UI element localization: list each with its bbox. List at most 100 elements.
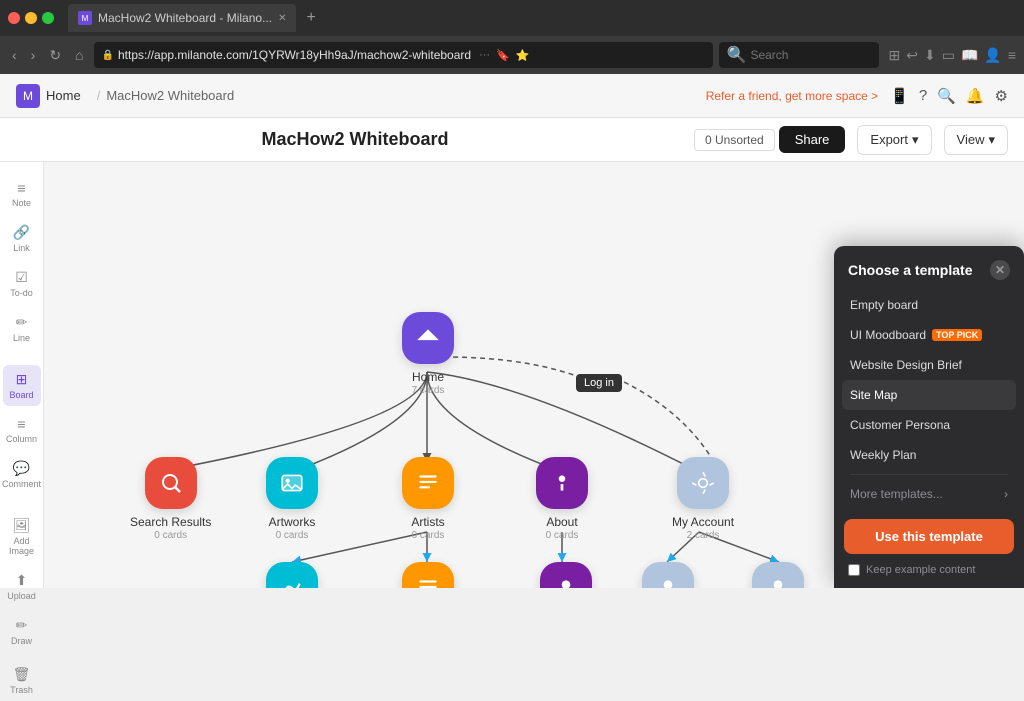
template-panel: Choose a template ✕ Empty board UI Moodb… (834, 246, 1024, 588)
browser-icons: ⊞ ↩ ⬇ ▭ 📖 👤 ≡ (889, 47, 1016, 64)
sidebar-item-todo[interactable]: ☑ To-do (3, 263, 41, 304)
breadcrumb-item[interactable]: MacHow2 Whiteboard (106, 88, 234, 103)
minimize-button[interactable] (25, 12, 37, 24)
template-more-button[interactable]: More templates... › (842, 479, 1016, 509)
search-results-count: 0 cards (154, 530, 187, 541)
sidebar-item-note[interactable]: ≡ Note (3, 174, 41, 214)
home-node[interactable]: Home 7 cards (402, 312, 454, 396)
search-app-icon[interactable]: 🔍 (937, 87, 956, 105)
sidebar-item-line[interactable]: ✏ Line (3, 308, 41, 349)
note-icon: ≡ (17, 180, 25, 196)
sidebar-item-link[interactable]: 🔗 Link (3, 218, 41, 259)
view-button[interactable]: View ▾ (944, 125, 1008, 155)
about-label: About (546, 515, 577, 529)
main-layout: ≡ Note 🔗 Link ☑ To-do ✏ Line ⊞ Board ≡ C… (0, 162, 1024, 588)
sidebar-item-trash[interactable]: 🗑 Trash (3, 660, 41, 701)
downloads-icon[interactable]: ⬇ (924, 47, 936, 64)
url-bar[interactable]: 🔒 https://app.milanote.com/1QYRWr18yHh9a… (94, 42, 713, 68)
reader-icon[interactable]: 📖 (961, 47, 978, 64)
template-item-customer-persona[interactable]: Customer Persona (842, 410, 1016, 440)
mobile-icon[interactable]: 📱 (890, 87, 909, 105)
template-item-empty[interactable]: Empty board (842, 290, 1016, 320)
line-draw-icon: ✏ (16, 314, 28, 331)
browser-chrome: M MacHow2 Whiteboard - Milano... ✕ + (0, 0, 1024, 36)
template-item-design-brief[interactable]: Website Design Brief (842, 350, 1016, 380)
browser-tab[interactable]: M MacHow2 Whiteboard - Milano... ✕ (68, 4, 296, 32)
about-node[interactable]: About 0 cards (536, 457, 588, 541)
search-icon: 🔍 (727, 45, 747, 65)
back-button[interactable]: ‹ (8, 45, 21, 65)
menu-icon[interactable]: ≡ (1008, 47, 1016, 63)
traffic-lights (8, 12, 54, 24)
top-pick-badge: TOP PICK (932, 329, 982, 341)
todo-icon: ☑ (15, 269, 28, 286)
notifications-icon[interactable]: 🔔 (966, 87, 985, 105)
contact-us-node[interactable]: Contact Us 0 cards (536, 562, 595, 588)
help-icon[interactable]: ? (919, 87, 927, 104)
search-results-label: Search Results (130, 515, 211, 529)
buyer-node[interactable]: Buyer 0 cards (642, 562, 694, 588)
export-label: Export (870, 132, 908, 147)
search-input[interactable] (750, 48, 870, 62)
sidebar-item-upload[interactable]: ⬆ Upload (3, 566, 41, 607)
toolbar: MacHow2 Whiteboard 0 Unsorted Share Expo… (0, 118, 1024, 162)
forward-button[interactable]: › (27, 45, 40, 65)
artists-node[interactable]: Artists 0 cards (402, 457, 454, 541)
export-button[interactable]: Export ▾ (857, 125, 931, 155)
home-node-count: 7 cards (412, 385, 445, 396)
style1-node[interactable]: Style 0 cards (266, 562, 318, 588)
keep-content-checkbox[interactable] (848, 564, 860, 576)
template-panel-title: Choose a template (848, 262, 972, 278)
template-item-weekly-plan[interactable]: Weekly Plan (842, 440, 1016, 470)
tab-group-icon[interactable]: ▭ (942, 47, 955, 64)
comment-icon: 💬 (13, 460, 30, 477)
sidebar-item-column[interactable]: ≡ Column (3, 410, 41, 450)
lock-icon: 🔒 (102, 50, 114, 61)
artworks-node[interactable]: Artworks 0 cards (266, 457, 318, 541)
search-box[interactable]: 🔍 (719, 42, 879, 68)
sidebar-item-comment[interactable]: 💬 Comment (3, 454, 41, 495)
account-icon[interactable]: 👤 (984, 47, 1001, 64)
sidebar: ≡ Note 🔗 Link ☑ To-do ✏ Line ⊞ Board ≡ C… (0, 162, 44, 588)
template-close-button[interactable]: ✕ (990, 260, 1010, 280)
search-results-node[interactable]: Search Results 0 cards (130, 457, 211, 541)
template-item-site-map[interactable]: Site Map (842, 380, 1016, 410)
url-icons: ··· 🔖 ⭐ (479, 49, 529, 62)
home-node-label: Home (412, 370, 444, 384)
app-bar-icons: 📱 ? 🔍 🔔 ⚙ (890, 87, 1008, 105)
app-bar: M Home / MacHow2 Whiteboard Refer a frie… (0, 74, 1024, 118)
style2-node[interactable]: Style 0 cards (402, 562, 454, 588)
refer-link[interactable]: Refer a friend, get more space > (706, 89, 878, 103)
new-tab-button[interactable]: + (306, 9, 315, 27)
artworks-label: Artworks (269, 515, 316, 529)
nav-bar: ‹ › ↻ ⌂ 🔒 https://app.milanote.com/1QYRW… (0, 36, 1024, 74)
home-nav-button[interactable]: ⌂ (71, 45, 87, 65)
refresh-button[interactable]: ↻ (45, 45, 65, 66)
extensions-icon[interactable]: ⊞ (889, 47, 901, 64)
tab-close-icon[interactable]: ✕ (278, 13, 286, 24)
use-template-button[interactable]: Use this template (844, 519, 1014, 554)
login-label: Log in (576, 374, 622, 392)
sidebar-item-draw[interactable]: ✏ Draw (3, 611, 41, 652)
trash-icon: 🗑 (13, 666, 31, 683)
close-button[interactable] (8, 12, 20, 24)
canvas[interactable]: Home 7 cards Log in Search Results 0 car… (44, 162, 1024, 588)
template-list: Empty board UI Moodboard TOP PICK Websit… (834, 290, 1024, 509)
maximize-button[interactable] (42, 12, 54, 24)
export-chevron-icon: ▾ (912, 132, 919, 148)
keep-content-label: Keep example content (866, 564, 975, 576)
artists-count: 0 cards (412, 530, 445, 541)
history-icon[interactable]: ↩ (906, 47, 918, 64)
sidebar-item-add-image[interactable]: 🖼 Add Image (3, 511, 41, 562)
artists-label: Artists (411, 515, 444, 529)
my-account-node[interactable]: My Account 2 cards (672, 457, 734, 541)
settings-icon[interactable]: ⚙ (995, 87, 1008, 105)
share-button[interactable]: Share (779, 126, 846, 153)
template-item-moodboard[interactable]: UI Moodboard TOP PICK (842, 320, 1016, 350)
upload-icon: ⬆ (16, 572, 28, 589)
home-link[interactable]: Home (46, 88, 81, 103)
artist-node[interactable]: Artist 0 cards (752, 562, 804, 588)
artworks-count: 0 cards (276, 530, 309, 541)
sidebar-item-board[interactable]: ⊞ Board (3, 365, 41, 406)
column-icon: ≡ (17, 416, 25, 432)
